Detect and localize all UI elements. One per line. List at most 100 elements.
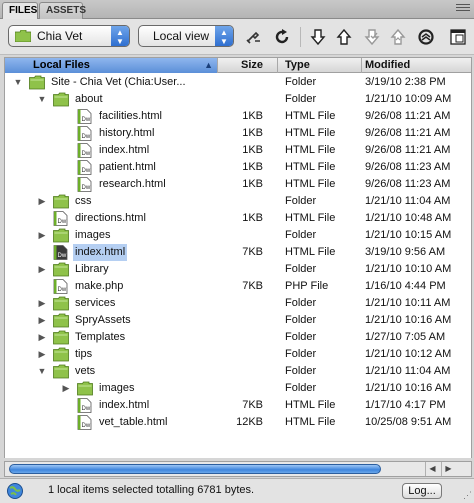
column-divider[interactable] — [361, 58, 362, 73]
disclosure-open-icon[interactable]: ▼ — [13, 74, 23, 91]
folder-row[interactable]: ▼ about Folder 1/21/10 10:09 AM — [5, 91, 471, 108]
disclosure-closed-icon[interactable]: ▶ — [37, 329, 47, 346]
file-row[interactable]: Dw research.html 1KB HTML File 9/26/08 11:23… — [5, 176, 471, 193]
column-header-modified[interactable]: Modified — [365, 59, 410, 73]
status-bar: 1 local items selected totalling 6781 by… — [0, 478, 474, 503]
disclosure-open-icon[interactable]: ▼ — [37, 91, 47, 108]
file-type: Folder — [285, 263, 317, 275]
file-name: images — [75, 229, 111, 241]
toolbar-divider — [300, 27, 301, 47]
file-row[interactable]: Dw index.html 1KB HTML File 9/26/08 11:21 AM — [5, 142, 471, 159]
file-modified: 3/19/10 9:56 AM — [365, 246, 446, 258]
chevron-updown-icon: ▲ ▼ — [215, 26, 233, 46]
disclosure-closed-icon[interactable]: ▶ — [37, 346, 47, 363]
folder-icon — [53, 364, 69, 379]
site-select[interactable]: Chia Vet ▲ ▼ — [8, 25, 130, 47]
check-in-icon[interactable] — [388, 27, 408, 47]
file-row[interactable]: Dw index.html 7KB HTML File 1/17/10 4:17 PM — [5, 397, 471, 414]
scroll-left-icon[interactable]: ◀ — [425, 462, 439, 476]
disclosure-closed-icon[interactable]: ▶ — [61, 380, 71, 397]
file-size: 1KB — [242, 144, 263, 156]
file-name: about — [75, 93, 103, 105]
refresh-icon[interactable] — [272, 27, 292, 47]
file-size: 1KB — [242, 110, 263, 122]
expand-icon[interactable] — [448, 27, 468, 47]
folder-row[interactable]: ▼ Site - Chia Vet (Chia:User... Folder 3/19… — [5, 74, 471, 91]
site-folder-icon — [15, 30, 31, 42]
check-out-icon[interactable] — [362, 27, 382, 47]
file-name: history.html — [99, 127, 155, 139]
file-type: Folder — [285, 229, 317, 241]
resize-grip-icon[interactable]: ⋰ — [463, 490, 472, 501]
svg-text:Dw: Dw — [58, 253, 67, 259]
file-type: Folder — [285, 365, 317, 377]
svg-text:Dw: Dw — [82, 185, 91, 191]
folder-row[interactable]: ▶ Templates Folder 1/27/10 7:05 AM — [5, 329, 471, 346]
file-modified: 1/21/10 10:16 AM — [365, 382, 452, 394]
files-toolbar: Chia Vet ▲ ▼ Local view ▲ ▼ — [0, 19, 474, 55]
column-header-type[interactable]: Type — [285, 59, 310, 73]
svg-text:Dw: Dw — [82, 117, 91, 123]
column-header-local-files[interactable]: Local Files ▲ — [5, 58, 217, 73]
file-size: 1KB — [242, 178, 263, 190]
dreamweaver-file-icon: Dw — [77, 398, 92, 413]
file-type: PHP File — [285, 280, 329, 292]
file-row[interactable]: Dw directions.html 1KB HTML File 1/21/10 10:… — [5, 210, 471, 227]
synchronize-icon[interactable] — [416, 27, 436, 47]
dreamweaver-file-icon: Dw — [53, 211, 68, 226]
folder-row[interactable]: ▶ images Folder 1/21/10 10:16 AM — [5, 380, 471, 397]
folder-icon — [53, 92, 69, 107]
folder-icon — [77, 381, 93, 396]
file-type: Folder — [285, 93, 317, 105]
scroll-right-icon[interactable]: ▶ — [441, 462, 455, 476]
file-type: HTML File — [285, 212, 336, 224]
file-row[interactable]: Dw patient.html 1KB HTML File 9/26/08 11:23 … — [5, 159, 471, 176]
disclosure-closed-icon[interactable]: ▶ — [37, 261, 47, 278]
svg-text:Dw: Dw — [82, 168, 91, 174]
folder-row[interactable]: ▶ tips Folder 1/21/10 10:12 AM — [5, 346, 471, 363]
disclosure-closed-icon[interactable]: ▶ — [37, 193, 47, 210]
scrollbar-thumb[interactable] — [9, 464, 381, 474]
file-type: HTML File — [285, 127, 336, 139]
folder-row[interactable]: ▼ vets Folder 1/21/10 11:04 AM — [5, 363, 471, 380]
column-header-size[interactable]: Size — [241, 59, 263, 73]
disclosure-closed-icon[interactable]: ▶ — [37, 227, 47, 244]
disclosure-closed-icon[interactable]: ▶ — [37, 312, 47, 329]
folder-row[interactable]: ▶ images Folder 1/21/10 10:15 AM — [5, 227, 471, 244]
file-size: 1KB — [242, 161, 263, 173]
log-button[interactable]: Log... — [402, 483, 442, 499]
file-name: research.html — [99, 178, 166, 190]
file-row[interactable]: Dw index.html 7KB HTML File 3/19/10 9:56 AM — [5, 244, 471, 261]
file-name: index.html — [99, 399, 150, 411]
file-modified: 1/21/10 10:09 AM — [365, 93, 452, 105]
file-row[interactable]: Dw make.php 7KB PHP File 1/16/10 4:44 PM — [5, 278, 471, 295]
svg-text:Dw: Dw — [82, 151, 91, 157]
disclosure-closed-icon[interactable]: ▶ — [37, 295, 47, 312]
folder-row[interactable]: ▶ Library Folder 1/21/10 10:10 AM — [5, 261, 471, 278]
file-modified: 9/26/08 11:23 AM — [365, 178, 451, 190]
folder-row[interactable]: ▶ SpryAssets Folder 1/21/10 10:16 AM — [5, 312, 471, 329]
disclosure-open-icon[interactable]: ▼ — [37, 363, 47, 380]
svg-text:Dw: Dw — [58, 219, 67, 225]
file-row[interactable]: Dw vet_table.html 12KB HTML File 10/25/08 9:… — [5, 414, 471, 431]
file-size: 7KB — [242, 399, 263, 411]
get-files-icon[interactable] — [308, 27, 328, 47]
file-modified: 1/21/10 10:11 AM — [365, 297, 451, 309]
view-select[interactable]: Local view ▲ ▼ — [138, 25, 234, 47]
tab-files[interactable]: FILES — [2, 2, 38, 20]
panel-menu-icon[interactable] — [456, 4, 470, 14]
file-type: HTML File — [285, 110, 336, 122]
file-row[interactable]: Dw history.html 1KB HTML File 9/26/08 11:21 … — [5, 125, 471, 142]
column-divider[interactable] — [217, 58, 218, 73]
folder-row[interactable]: ▶ services Folder 1/21/10 10:11 AM — [5, 295, 471, 312]
folder-row[interactable]: ▶ css Folder 1/21/10 11:04 AM — [5, 193, 471, 210]
column-divider[interactable] — [277, 58, 278, 73]
horizontal-scrollbar[interactable]: ◀ ▶ — [4, 461, 472, 477]
put-files-icon[interactable] — [334, 27, 354, 47]
file-row[interactable]: Dw facilities.html 1KB HTML File 9/26/08 11:… — [5, 108, 471, 125]
file-name: services — [75, 297, 116, 309]
dreamweaver-file-icon: Dw — [77, 177, 92, 192]
local-files-list[interactable]: ▼ Site - Chia Vet (Chia:User... Folder 3/19… — [4, 73, 472, 458]
connect-icon[interactable] — [244, 27, 264, 47]
tab-assets[interactable]: ASSETS — [39, 2, 86, 19]
